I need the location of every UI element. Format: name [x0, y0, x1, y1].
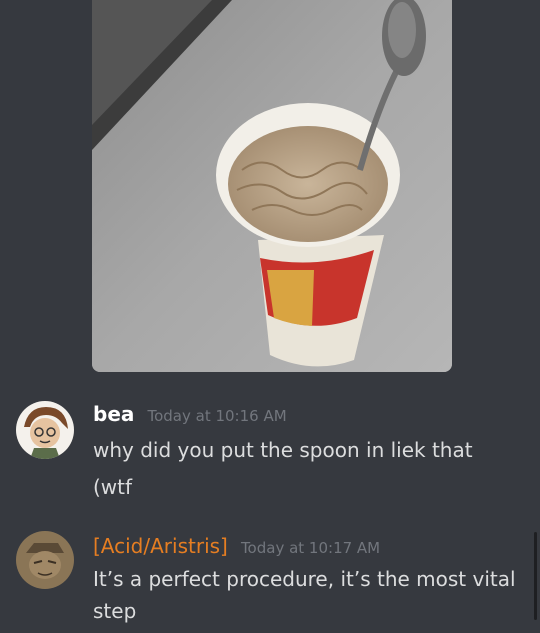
chat-view: bea Today at 10:16 AM why did you put th…: [0, 0, 540, 633]
scrollbar[interactable]: [534, 532, 537, 620]
username[interactable]: [Acid/Aristris]: [93, 534, 228, 558]
image-attachment[interactable]: [92, 0, 452, 372]
timestamp: Today at 10:16 AM: [147, 407, 287, 425]
message-text-line-1: why did you put the spoon in liek that: [93, 438, 473, 462]
message-text-line-2: step: [93, 599, 137, 623]
message-text-line-1: It’s a perfect procedure, it’s the most …: [93, 567, 516, 591]
message-text-line-2: (wtf: [93, 475, 133, 499]
timestamp: Today at 10:17 AM: [240, 539, 381, 557]
avatar[interactable]: [16, 531, 74, 589]
username[interactable]: bea: [93, 402, 134, 426]
avatar[interactable]: [16, 401, 74, 459]
